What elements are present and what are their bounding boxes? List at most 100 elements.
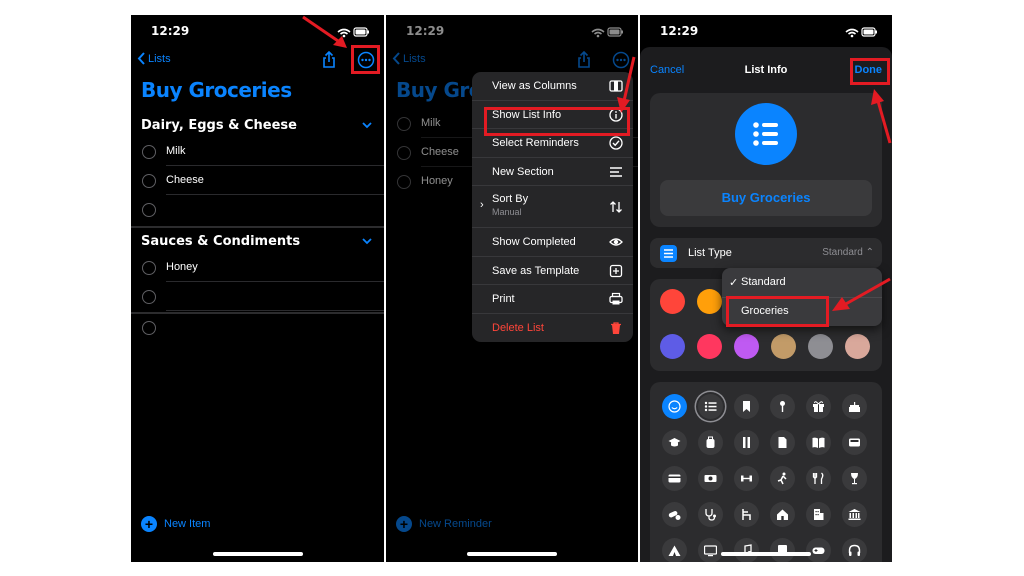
credit-card-icon[interactable] bbox=[662, 466, 687, 491]
template-icon bbox=[609, 264, 623, 277]
tv-icon[interactable] bbox=[698, 538, 723, 562]
smiley-icon[interactable] bbox=[662, 394, 687, 419]
wine-glass-icon[interactable] bbox=[842, 466, 867, 491]
menu-item-print[interactable]: Print bbox=[472, 285, 633, 314]
gift-icon[interactable] bbox=[806, 394, 831, 419]
item-text: Milk bbox=[166, 145, 186, 157]
list-bullets-icon bbox=[735, 103, 797, 165]
back-label: Lists bbox=[148, 52, 171, 65]
menu-label: Delete List bbox=[492, 321, 544, 334]
screen-list-info: 12:29 Cancel List Info Done Buy Grocerie… bbox=[640, 15, 892, 562]
checkbox-circle[interactable] bbox=[142, 174, 156, 188]
color-swatch[interactable] bbox=[660, 289, 685, 314]
item-text: Honey bbox=[166, 261, 198, 273]
new-item-button[interactable]: + New Item bbox=[141, 516, 210, 532]
checkbox-circle[interactable] bbox=[142, 321, 156, 335]
annotation-box-done bbox=[850, 58, 890, 85]
back-button[interactable]: Lists bbox=[137, 52, 171, 65]
list-identity-card: Buy Groceries bbox=[650, 93, 882, 227]
tent-icon[interactable] bbox=[662, 538, 687, 562]
checkbox-circle[interactable] bbox=[142, 290, 156, 304]
color-swatch[interactable] bbox=[660, 334, 685, 359]
list-item-empty[interactable] bbox=[142, 282, 384, 311]
color-swatch[interactable] bbox=[808, 334, 833, 359]
section-title-dairy[interactable]: Dairy, Eggs & Cheese bbox=[141, 118, 297, 133]
home-indicator[interactable] bbox=[212, 552, 303, 556]
menu-item-view-as-columns[interactable]: View as Columns bbox=[472, 72, 633, 101]
home-indicator[interactable] bbox=[467, 552, 557, 556]
list-item-empty[interactable] bbox=[142, 313, 384, 342]
document-icon[interactable] bbox=[770, 430, 795, 455]
annotation-arrow bbox=[871, 89, 892, 144]
ruler-pencil-icon[interactable] bbox=[734, 430, 759, 455]
chevron-down-icon[interactable] bbox=[362, 238, 372, 245]
chevron-right-icon: › bbox=[480, 199, 484, 211]
status-time: 12:29 bbox=[660, 24, 699, 38]
list-item[interactable]: Milk bbox=[142, 137, 384, 166]
color-swatch[interactable] bbox=[697, 334, 722, 359]
list-name-field[interactable]: Buy Groceries bbox=[660, 180, 872, 216]
pin-icon[interactable] bbox=[770, 394, 795, 419]
list-item[interactable]: Cheese bbox=[142, 166, 384, 195]
list-item-empty[interactable] bbox=[142, 195, 384, 224]
checkmark-icon: ✓ bbox=[729, 277, 739, 289]
annotation-box-show-list-info bbox=[484, 107, 630, 136]
stethoscope-icon[interactable] bbox=[698, 502, 723, 527]
menu-label: Save as Template bbox=[492, 264, 580, 277]
gamecontroller-icon[interactable] bbox=[806, 538, 831, 562]
color-swatch[interactable] bbox=[734, 334, 759, 359]
screen-list-view: 12:29 Lists Buy Groceries Dairy, Eggs & … bbox=[131, 15, 384, 562]
list-type-label: List Type bbox=[688, 247, 732, 259]
dumbbell-icon[interactable] bbox=[734, 466, 759, 491]
book-icon[interactable] bbox=[806, 430, 831, 455]
printer-icon bbox=[609, 292, 623, 305]
trash-icon bbox=[611, 321, 621, 334]
option-label: Standard bbox=[741, 276, 786, 288]
list-type-row[interactable]: List Type Standard ⌃ bbox=[650, 238, 882, 268]
menu-item-sort-by[interactable]: › Sort By Manual bbox=[472, 186, 633, 228]
backpack-icon[interactable] bbox=[698, 430, 723, 455]
menu-item-save-as-template[interactable]: Save as Template bbox=[472, 257, 633, 285]
color-swatch[interactable] bbox=[697, 289, 722, 314]
chevron-down-icon[interactable] bbox=[362, 122, 372, 129]
running-icon[interactable] bbox=[770, 466, 795, 491]
menu-label: View as Columns bbox=[492, 80, 577, 92]
money-icon[interactable] bbox=[698, 466, 723, 491]
fork-knife-icon[interactable] bbox=[806, 466, 831, 491]
section-lines-icon bbox=[610, 166, 622, 177]
menu-label: Show Completed bbox=[492, 236, 576, 248]
cake-icon[interactable] bbox=[842, 394, 867, 419]
sort-arrows-icon bbox=[610, 201, 622, 213]
annotation-arrow bbox=[302, 15, 347, 48]
menu-label: Select Reminders bbox=[492, 137, 579, 149]
section-divider bbox=[131, 226, 384, 228]
menu-item-new-section[interactable]: New Section bbox=[472, 158, 633, 186]
status-icons bbox=[845, 27, 877, 38]
home-indicator[interactable] bbox=[721, 552, 811, 556]
pills-icon[interactable] bbox=[662, 502, 687, 527]
menu-item-show-completed[interactable]: Show Completed bbox=[472, 228, 633, 257]
graduation-cap-icon[interactable] bbox=[662, 430, 687, 455]
new-item-label: New Item bbox=[164, 518, 211, 530]
color-swatch[interactable] bbox=[845, 334, 870, 359]
building-icon[interactable] bbox=[806, 502, 831, 527]
checkbox-circle[interactable] bbox=[142, 261, 156, 275]
checkbox-circle[interactable] bbox=[142, 145, 156, 159]
checkbox-circle[interactable] bbox=[142, 203, 156, 217]
music-note-icon[interactable] bbox=[734, 538, 759, 562]
menu-item-delete-list[interactable]: Delete List bbox=[472, 314, 633, 343]
list-item[interactable]: Honey bbox=[142, 253, 384, 282]
list-type-icon bbox=[660, 245, 677, 262]
chevron-updown-icon: ⌃ bbox=[865, 247, 874, 258]
list-type-value[interactable]: Standard ⌃ bbox=[822, 247, 874, 258]
bank-icon[interactable] bbox=[842, 502, 867, 527]
list-bullets-icon[interactable] bbox=[698, 394, 723, 419]
computer-icon[interactable] bbox=[770, 538, 795, 562]
headphones-icon[interactable] bbox=[842, 538, 867, 562]
bookmark-icon[interactable] bbox=[734, 394, 759, 419]
color-swatch[interactable] bbox=[771, 334, 796, 359]
wallet-icon[interactable] bbox=[842, 430, 867, 455]
house-icon[interactable] bbox=[770, 502, 795, 527]
section-title-sauces[interactable]: Sauces & Condiments bbox=[141, 234, 300, 249]
chair-icon[interactable] bbox=[734, 502, 759, 527]
